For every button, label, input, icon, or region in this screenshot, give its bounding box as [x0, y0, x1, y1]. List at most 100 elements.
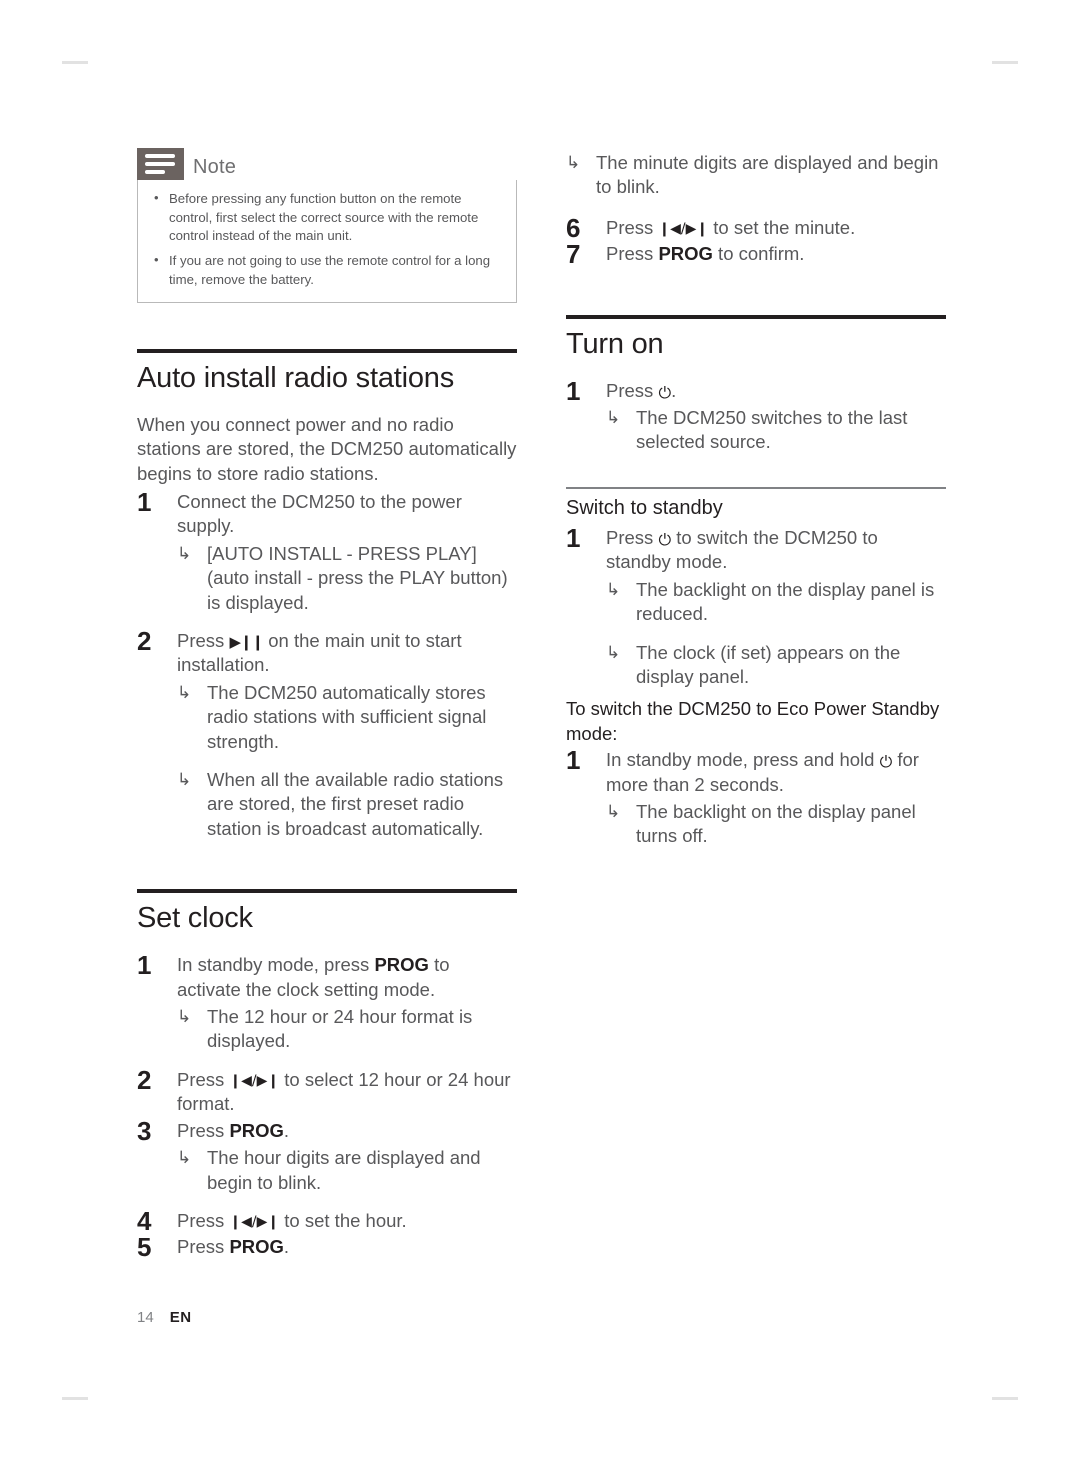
step-results: ↳ The backlight on the display panel is … — [606, 578, 946, 690]
result-arrow-icon: ↳ — [606, 579, 621, 599]
manual-page: Note Before pressing any function button… — [0, 0, 1080, 1460]
result-text: The backlight on the display panel is re… — [636, 578, 935, 625]
result-arrow-icon: ↳ — [177, 543, 192, 563]
auto-install-intro: When you connect power and no radio stat… — [137, 413, 517, 484]
step-text: Press ❙◀/▶❙ to set the hour. — [177, 1209, 407, 1231]
page-footer: 14 EN — [137, 1310, 192, 1325]
step-item: 1 Press ⏻. ↳ The DCM250 switches to the … — [566, 376, 946, 455]
eco-power-lead-text: To switch the DCM250 to Eco Power Standb… — [566, 698, 940, 744]
step-item: 1 Press ⏻ to switch the DCM250 to standb… — [566, 523, 946, 690]
step-text: Press PROG to confirm. — [606, 243, 805, 265]
prog-button-label: PROG — [374, 954, 429, 976]
result-item: ↳ The DCM250 switches to the last select… — [606, 406, 946, 455]
step-item: 4 Press ❙◀/▶❙ to set the hour. — [137, 1206, 517, 1236]
power-icon: ⏻ — [658, 382, 672, 402]
subsection-title-switch-to-standby: Switch to standby — [566, 496, 723, 519]
switch-to-standby-steps: 1 Press ⏻ to switch the DCM250 to standb… — [566, 523, 946, 690]
step-text: Press ❙◀/▶❙ to select 12 hour or 24 hour… — [177, 1068, 511, 1115]
result-arrow-icon: ↳ — [606, 408, 621, 428]
step-text: Press PROG. — [177, 1119, 290, 1141]
page-title-turn-on: Turn on — [566, 327, 664, 360]
result-text: The backlight on the display panel turns… — [636, 800, 916, 847]
turn-on-steps: 1 Press ⏻. ↳ The DCM250 switches to the … — [566, 376, 946, 455]
step-item: 2 Press ▶❙❙ on the main unit to start in… — [137, 626, 517, 841]
set-clock-continued-results: ↳ The minute digits are displayed and be… — [566, 151, 946, 200]
step-text: Press ⏻. — [606, 379, 677, 402]
step-item: 3 Press PROG. ↳ The hour digits are disp… — [137, 1116, 517, 1195]
step-text: Press ❙◀/▶❙ to set the minute. — [606, 216, 856, 238]
result-text: [AUTO INSTALL - PRESS PLAY] (auto instal… — [207, 542, 508, 613]
step-number: 1 — [137, 486, 152, 517]
set-clock-steps: 1 In standby mode, press PROG to activat… — [137, 950, 517, 1262]
set-clock-continued-steps: 6 Press ❙◀/▶❙ to set the minute. 7 Press… — [566, 213, 946, 269]
result-text: The minute digits are displayed and begi… — [596, 152, 939, 198]
left-column: Note Before pressing any function button… — [137, 148, 517, 1262]
step-text: Press ⏻ to switch the DCM250 to standby … — [606, 526, 878, 573]
step-number: 1 — [566, 745, 581, 776]
result-text: When all the available radio stations ar… — [207, 769, 504, 839]
step-number: 2 — [137, 625, 152, 656]
step-item: 2 Press ❙◀/▶❙ to select 12 hour or 24 ho… — [137, 1065, 517, 1117]
page-title-auto-install: Auto install radio stations — [137, 361, 454, 394]
prog-button-label: PROG — [229, 1119, 284, 1141]
result-arrow-icon: ↳ — [177, 1148, 192, 1168]
prog-button-label: PROG — [229, 1236, 284, 1258]
skip-prev-next-icon: ❙◀/▶❙ — [658, 220, 709, 237]
skip-prev-next-icon: ❙◀/▶❙ — [229, 1072, 280, 1089]
step-results: ↳ [AUTO INSTALL - PRESS PLAY] (auto inst… — [177, 542, 517, 615]
result-item: ↳ When all the available radio stations … — [177, 768, 517, 841]
step-text: Press ▶❙❙ on the main unit to start inst… — [177, 629, 462, 676]
result-item: ↳ The clock (if set) appears on the disp… — [606, 641, 946, 690]
step-item: 5 Press PROG. — [137, 1232, 517, 1262]
note-box: Note Before pressing any function button… — [137, 148, 517, 303]
step-number: 1 — [566, 375, 581, 406]
play-pause-icon: ▶❙❙ — [229, 632, 264, 651]
section-rule — [566, 314, 946, 319]
skip-prev-next-icon: ❙◀/▶❙ — [229, 1213, 280, 1230]
prog-button-label: PROG — [658, 243, 713, 265]
result-item: ↳ The DCM250 automatically stores radio … — [177, 681, 517, 754]
result-arrow-icon: ↳ — [177, 1007, 192, 1027]
subsection-rule — [566, 486, 946, 489]
page-number: 14 — [137, 1309, 154, 1326]
step-text: Press PROG. — [177, 1236, 290, 1258]
eco-power-steps: 1 In standby mode, press and hold ⏻ for … — [566, 745, 946, 849]
result-arrow-icon: ↳ — [566, 153, 581, 172]
note-body: Before pressing any function button on t… — [137, 180, 517, 303]
section-rule — [137, 889, 517, 894]
result-arrow-icon: ↳ — [606, 801, 621, 821]
step-number: 1 — [566, 522, 581, 553]
result-arrow-icon: ↳ — [177, 682, 192, 702]
note-lines-icon — [137, 148, 184, 180]
step-results: ↳ The 12 hour or 24 hour format is displ… — [177, 1005, 517, 1054]
step-results: ↳ The DCM250 switches to the last select… — [606, 406, 946, 455]
step-item: 1 In standby mode, press PROG to activat… — [137, 950, 517, 1054]
result-text: The DCM250 automatically stores radio st… — [207, 681, 487, 752]
crop-mark-top-left — [62, 61, 88, 64]
step-results: ↳ The backlight on the display panel tur… — [606, 800, 946, 849]
result-text: The DCM250 switches to the last selected… — [636, 407, 908, 453]
step-text: Connect the DCM250 to the power supply. — [177, 490, 462, 537]
result-text: The hour digits are displayed and begin … — [207, 1147, 481, 1193]
note-list-item: If you are not going to use the remote c… — [152, 251, 504, 289]
note-title: Note — [193, 156, 237, 178]
step-results: ↳ The hour digits are displayed and begi… — [177, 1146, 517, 1195]
result-item: ↳ The backlight on the display panel tur… — [606, 800, 946, 849]
step-item: 6 Press ❙◀/▶❙ to set the minute. — [566, 213, 946, 243]
step-number: 5 — [137, 1232, 152, 1263]
result-item: ↳ The minute digits are displayed and be… — [566, 151, 946, 200]
auto-install-steps: 1 Connect the DCM250 to the power supply… — [137, 487, 517, 841]
step-item: 1 Connect the DCM250 to the power supply… — [137, 487, 517, 615]
result-text: The clock (if set) appears on the displa… — [636, 641, 901, 687]
power-icon: ⏻ — [658, 529, 672, 549]
section-rule — [137, 348, 517, 353]
crop-mark-bottom-left — [62, 1397, 88, 1400]
power-icon: ⏻ — [879, 752, 893, 772]
step-number: 3 — [137, 1115, 152, 1146]
result-item: ↳ The hour digits are displayed and begi… — [177, 1146, 517, 1195]
result-item: ↳ [AUTO INSTALL - PRESS PLAY] (auto inst… — [177, 542, 517, 615]
result-item: ↳ The backlight on the display panel is … — [606, 578, 946, 627]
step-item: 1 In standby mode, press and hold ⏻ for … — [566, 745, 946, 849]
note-header: Note — [137, 148, 517, 180]
step-number: 7 — [566, 239, 581, 270]
